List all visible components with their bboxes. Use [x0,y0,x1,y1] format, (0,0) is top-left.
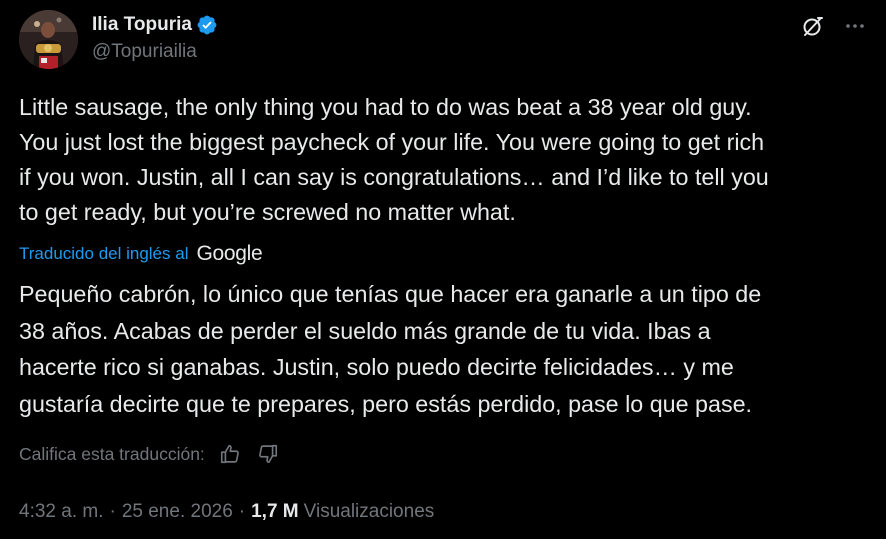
translated-from-link[interactable]: Traducido del inglés al [19,244,188,264]
meta-separator: · [109,501,116,522]
grok-icon[interactable] [799,12,827,40]
tweet-text: Little sausage, the only thing you had t… [19,94,769,225]
name-row: Ilia Topuria [92,12,218,38]
views-count: 1,7 M [251,501,299,522]
translation-attribution: Traducido del inglés al Google [19,239,263,269]
rate-translation: Califica esta traducción: [19,440,281,468]
thumbs-down-icon[interactable] [255,441,281,467]
author-display-name[interactable]: Ilia Topuria [92,14,192,36]
avatar[interactable] [19,10,78,69]
translated-text: Pequeño cabrón, lo único que tenías que … [19,281,762,417]
tweet-time[interactable]: 4:32 a. m. [19,501,104,523]
google-logo: Google [196,242,263,265]
tweet-date[interactable]: 25 ene. 2026 [122,501,233,523]
tweet-meta: 4:32 a. m. · 25 ene. 2026 · 1,7 M Visual… [19,497,434,527]
verified-badge-icon[interactable] [196,14,218,36]
author-handle[interactable]: @Topuriailia [92,41,218,63]
tweet-detail: Ilia Topuria @Topuriailia Little sausage… [0,0,886,539]
thumbs-up-icon[interactable] [217,441,243,467]
rate-translation-label: Califica esta traducción: [19,443,205,464]
tweet-header: Ilia Topuria @Topuriailia [19,10,869,70]
author-info: Ilia Topuria @Topuriailia [92,12,218,63]
views-label: Visualizaciones [303,501,435,522]
header-actions [799,12,869,40]
meta-separator: · [238,501,246,522]
more-icon[interactable] [841,12,869,40]
avatar-image [19,10,78,69]
